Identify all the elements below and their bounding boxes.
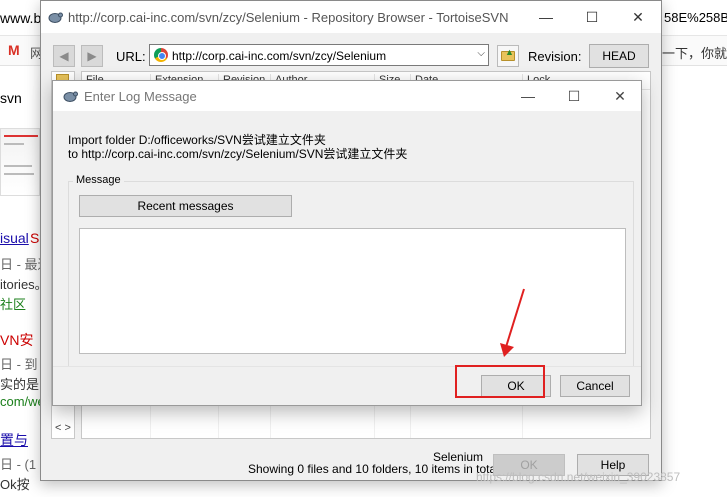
bg-snippet-date2: 日 - 到 [0, 357, 38, 372]
chrome-icon [154, 48, 168, 62]
cancel-button[interactable]: Cancel [560, 375, 630, 397]
log-message-input[interactable] [79, 228, 626, 354]
gmail-icon: M [8, 42, 20, 58]
recent-messages-button[interactable]: Recent messages [79, 195, 292, 217]
tortoisesvn-icon [48, 12, 63, 23]
import-target-text: to http://corp.cai-inc.com/svn/zcy/Selen… [68, 147, 408, 161]
bg-snippet-link1b: S [30, 230, 40, 246]
bg-snippet-green2: com/we [0, 394, 45, 409]
ok-highlight-box [455, 365, 545, 398]
back-arrow-icon[interactable]: ◀ [53, 45, 75, 67]
url-combobox[interactable]: http://corp.cai-inc.com/svn/zcy/Selenium… [149, 44, 489, 66]
dialog-minimize-button[interactable]: — [505, 84, 551, 108]
maximize-button[interactable]: ☐ [569, 5, 615, 29]
browser-url-right: 58E%258B [664, 10, 727, 25]
dialog-button-bar [53, 366, 641, 405]
url-label: URL: [116, 49, 146, 64]
repo-titlebar: http://corp.cai-inc.com/svn/zcy/Selenium… [41, 1, 661, 33]
bg-snippet-text2: 实的是 [0, 377, 40, 392]
tree-scroll-arrows[interactable]: < > [51, 419, 75, 437]
head-revision-button[interactable]: HEAD [589, 44, 649, 68]
minimize-button[interactable]: — [523, 5, 569, 29]
dialog-title: Enter Log Message [84, 89, 197, 104]
bg-snippet-link1[interactable]: isual [0, 230, 29, 246]
red-arrow-icon [500, 288, 525, 357]
close-button[interactable]: ✕ [615, 5, 661, 29]
revision-label: Revision: [528, 49, 582, 64]
repo-toolbar: ◀ ▶ URL: http://corp.cai-inc.com/svn/zcy… [41, 41, 661, 69]
bookmark-right-text: 一下，你就知 [662, 46, 727, 61]
message-group: Message Recent messages [68, 174, 634, 371]
url-value: http://corp.cai-inc.com/svn/zcy/Selenium [172, 49, 387, 63]
watermark: https://blog.csdn.net/weixin_39023857 [476, 470, 681, 484]
bg-snippet-link2[interactable]: VN安 [0, 330, 33, 350]
bg-snippet-text3: Ok按 [0, 477, 30, 492]
chevron-down-icon[interactable]: ⌵ [477, 48, 485, 59]
forward-arrow-icon[interactable]: ▶ [81, 45, 103, 67]
browser-url-partial: www.b [0, 10, 42, 26]
dialog-maximize-button[interactable]: ☐ [551, 84, 597, 108]
bg-snippet-link3[interactable]: 置与 [0, 430, 28, 450]
bg-thumbnail [0, 128, 40, 196]
status-count: Showing 0 files and 10 folders, 10 items… [248, 462, 499, 476]
repo-title: http://corp.cai-inc.com/svn/zcy/Selenium… [68, 10, 509, 25]
log-message-dialog: Enter Log Message — ☐ ✕ Import folder D:… [52, 80, 642, 406]
bg-snippet-green1: 社区 [0, 297, 27, 312]
tortoisesvn-icon [63, 91, 78, 102]
bg-snippet-date3: 日 - (1 [0, 457, 37, 472]
dialog-titlebar: Enter Log Message — ☐ ✕ [53, 81, 641, 111]
message-group-label: Message [73, 174, 124, 186]
bg-snippet-svn: svn [0, 90, 22, 106]
folder-up-icon[interactable]: ▲ [497, 45, 519, 67]
dialog-close-button[interactable]: ✕ [597, 84, 643, 108]
